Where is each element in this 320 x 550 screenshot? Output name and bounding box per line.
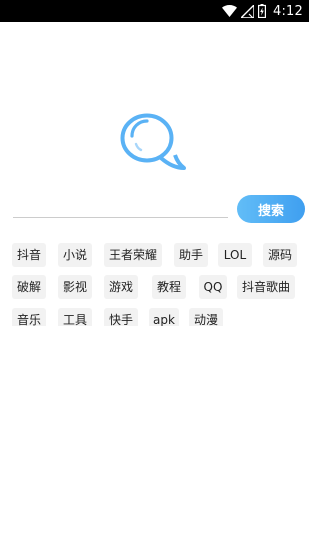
search-logo-icon [117, 110, 191, 176]
wifi-icon [222, 5, 237, 17]
tag-item[interactable]: 助手 [174, 243, 208, 267]
battery-charging-icon [258, 4, 266, 18]
search-button[interactable]: 搜索 [237, 195, 305, 223]
no-signal-icon [241, 4, 254, 18]
tag-item[interactable]: 影视 [58, 275, 92, 299]
search-input-underline [13, 217, 228, 218]
tag-item[interactable]: 抖音 [12, 243, 46, 267]
search-input[interactable] [13, 196, 228, 216]
status-time: 4:12 [273, 3, 303, 19]
tag-item[interactable]: 王者荣耀 [104, 243, 162, 267]
tag-item[interactable]: 破解 [12, 275, 46, 299]
tag-item[interactable]: 快手 [104, 308, 138, 326]
tag-item[interactable]: 游戏 [104, 275, 138, 299]
tag-item[interactable]: apk [149, 308, 179, 326]
tag-item[interactable]: 动漫 [189, 308, 223, 326]
tag-item[interactable]: 源码 [263, 243, 297, 267]
tag-item[interactable]: LOL [218, 243, 252, 267]
tag-item[interactable]: 抖音歌曲 [237, 275, 295, 299]
tag-item[interactable]: 小说 [58, 243, 92, 267]
status-icons: 4:12 [222, 0, 303, 22]
tag-item[interactable]: 音乐 [12, 308, 46, 326]
tag-cloud: 抖音 小说 王者荣耀 助手 LOL 源码 破解 影视 游戏 教程 QQ 抖音歌曲… [0, 240, 309, 326]
tag-item[interactable]: 工具 [58, 308, 92, 326]
status-bar: 4:12 [0, 0, 309, 22]
tag-item[interactable]: QQ [199, 275, 227, 299]
tag-item[interactable]: 教程 [152, 275, 186, 299]
